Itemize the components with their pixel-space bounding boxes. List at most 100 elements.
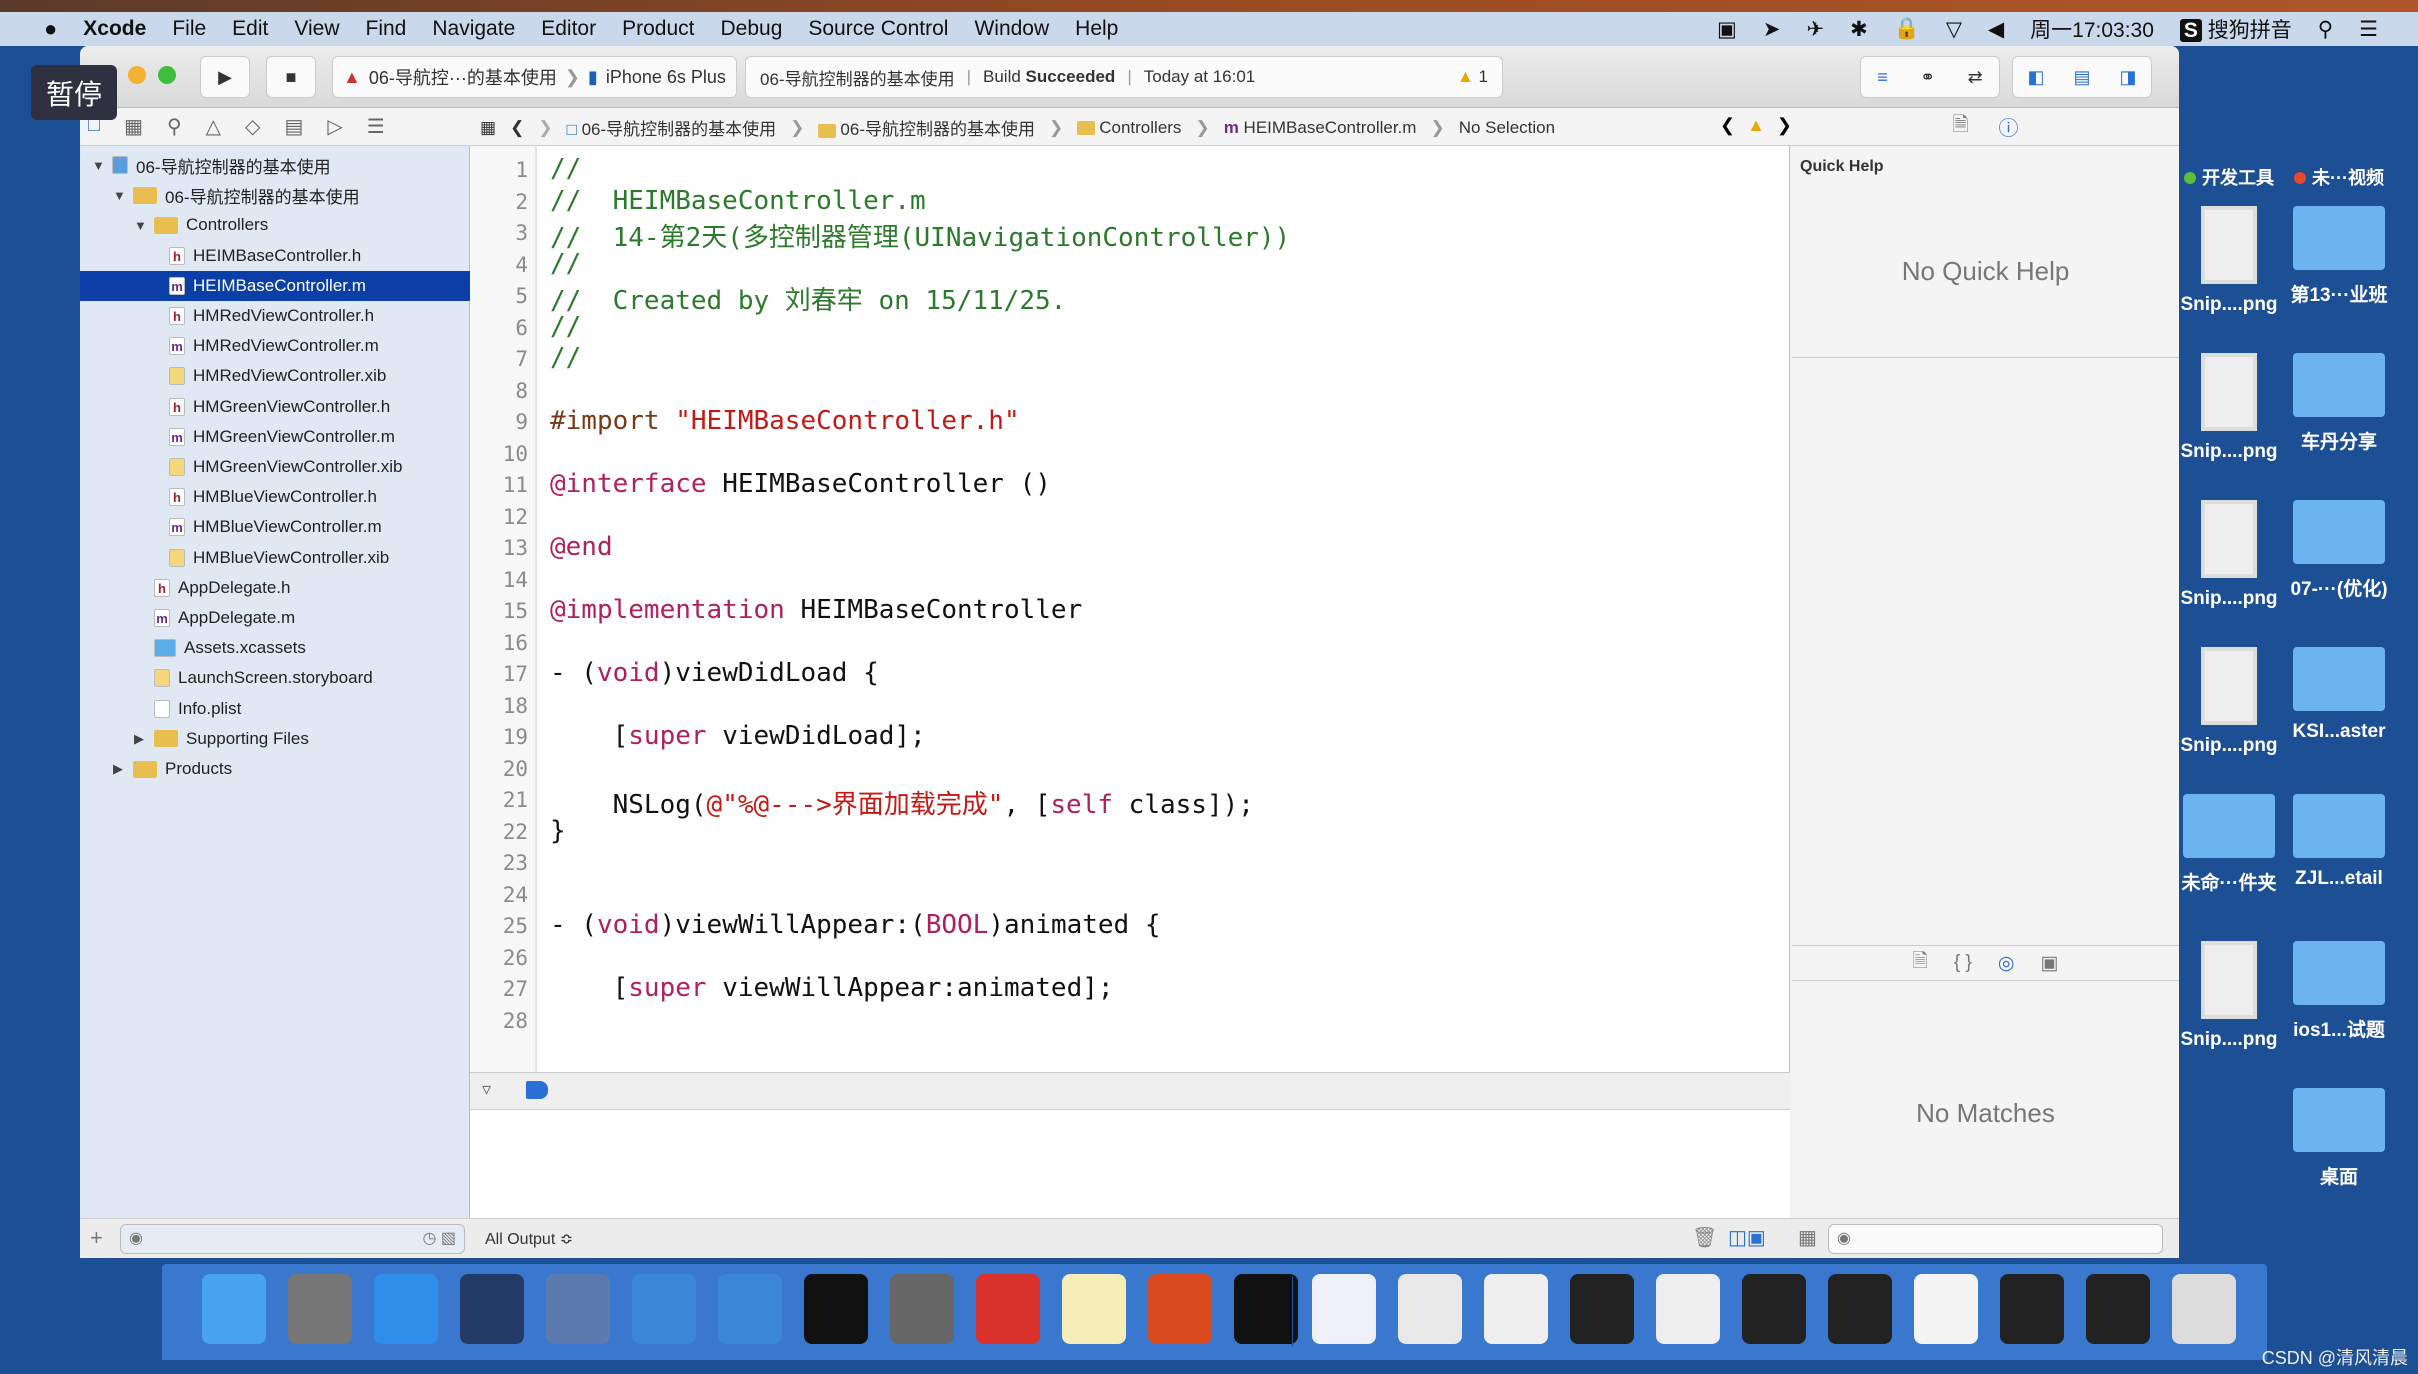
desktop-item[interactable]: ZJL...etail bbox=[2279, 794, 2399, 890]
quick-help-icon[interactable]: ⓘ bbox=[1999, 112, 2019, 141]
desktop-item[interactable]: 第13···业班 bbox=[2279, 206, 2399, 307]
stop-button[interactable]: ■ bbox=[266, 56, 316, 98]
location-icon[interactable]: ➤ bbox=[1763, 17, 1781, 42]
desktop-item[interactable]: 未···视频 bbox=[2279, 164, 2399, 190]
disclosure-open-icon[interactable]: ▼ bbox=[134, 218, 148, 233]
menu-window[interactable]: Window bbox=[974, 17, 1049, 41]
code-line[interactable]: // 14-第2天(多控制器管理(UINavigationController)… bbox=[550, 217, 1290, 254]
code-line[interactable]: [super viewWillAppear:animated]; bbox=[550, 973, 1114, 1003]
menu-product[interactable]: Product bbox=[622, 17, 694, 41]
screen-4-icon[interactable] bbox=[2000, 1274, 2064, 1344]
menu-debug[interactable]: Debug bbox=[720, 17, 782, 41]
desktop-item[interactable]: 开发工具 bbox=[2169, 164, 2289, 190]
doc-1-icon[interactable] bbox=[1312, 1274, 1376, 1344]
menu-edit[interactable]: Edit bbox=[232, 17, 268, 41]
code-line[interactable]: @interface HEIMBaseController () bbox=[550, 469, 1051, 499]
screen-record-icon[interactable]: ▣ bbox=[1717, 17, 1737, 42]
menu-view[interactable]: View bbox=[294, 17, 339, 41]
navigator-item[interactable]: h AppDelegate.h bbox=[80, 573, 470, 603]
trash-icon[interactable] bbox=[2172, 1274, 2236, 1344]
desktop-item[interactable]: Snip....png bbox=[2169, 206, 2289, 316]
jump-bar-file[interactable]: m HEIMBaseController.m bbox=[1224, 118, 1417, 138]
spotlight-icon[interactable]: ⚲ bbox=[2318, 17, 2333, 42]
navigator-item[interactable]: LaunchScreen.storyboard bbox=[80, 663, 470, 693]
code-line[interactable]: // Created by 刘春牢 on 15/11/25. bbox=[550, 280, 1066, 317]
device-name[interactable]: iPhone 6s Plus bbox=[606, 67, 726, 88]
clock[interactable]: 周一17:03:30 bbox=[2030, 14, 2154, 44]
jump-bar-group[interactable]: 06-导航控制器的基本使用 bbox=[818, 115, 1035, 140]
navigator-item[interactable]: m HEIMBaseController.m bbox=[80, 270, 470, 301]
navigator-filter-field[interactable]: ◉ ◷ ▧ bbox=[120, 1224, 465, 1254]
scheme-selector[interactable]: ▲ 06-导航控···的基本使用 ❯ ▮ iPhone 6s Plus bbox=[332, 56, 737, 98]
breakpoint-navigator-icon[interactable]: ▷ bbox=[327, 114, 342, 139]
back-button[interactable]: ❮ bbox=[510, 118, 524, 138]
navigator-item[interactable]: HMBlueViewController.xib bbox=[80, 543, 470, 573]
menu-find[interactable]: Find bbox=[366, 17, 407, 41]
screen-2-icon[interactable] bbox=[1742, 1274, 1806, 1344]
code-line[interactable]: - (void)viewWillAppear:(BOOL)animated { bbox=[550, 910, 1161, 940]
library-grid-icon[interactable]: ▦ bbox=[1798, 1225, 1817, 1250]
screen-3-icon[interactable] bbox=[1828, 1274, 1892, 1344]
desktop-item[interactable]: Snip....png bbox=[2169, 941, 2289, 1051]
desktop-item[interactable]: Snip....png bbox=[2169, 353, 2289, 463]
test-navigator-icon[interactable]: ◇ bbox=[245, 114, 260, 139]
disclosure-open-icon[interactable]: ▼ bbox=[92, 158, 106, 173]
breakpoints-toggle-icon[interactable] bbox=[526, 1081, 548, 1099]
xcode-icon[interactable] bbox=[632, 1274, 696, 1344]
navigator-item[interactable]: HMGreenViewController.xib bbox=[80, 452, 470, 482]
navigator-item[interactable]: Assets.xcassets bbox=[80, 633, 470, 663]
toggle-debug-icon[interactable]: ▤ bbox=[2073, 67, 2090, 88]
navigator-item[interactable]: h HMGreenViewController.h bbox=[80, 392, 470, 422]
toggle-navigator-icon[interactable]: ◧ bbox=[2027, 67, 2044, 88]
jump-bar-selection[interactable]: No Selection bbox=[1459, 118, 1555, 138]
desktop-item[interactable]: ios1...试题 bbox=[2279, 941, 2399, 1042]
desktop-item[interactable]: 车丹分享 bbox=[2279, 353, 2399, 454]
minimize-button[interactable] bbox=[128, 66, 146, 84]
object-library-icon[interactable]: ◎ bbox=[1998, 952, 2015, 975]
menu-editor[interactable]: Editor bbox=[541, 17, 596, 41]
library-filter-field[interactable]: ◉ bbox=[1828, 1224, 2163, 1254]
file-template-library-icon[interactable]: 🗎 bbox=[1913, 947, 1928, 979]
code-line[interactable]: } bbox=[550, 816, 566, 846]
navigator-item[interactable]: ▼ 06-导航控制器的基本使用 bbox=[80, 180, 470, 210]
assistant-editor-icon[interactable]: ⚭ bbox=[1920, 67, 1935, 88]
add-file-button[interactable]: + bbox=[90, 1225, 103, 1251]
warning-badge[interactable]: ▲ 1 bbox=[1457, 67, 1488, 87]
code-line[interactable]: // bbox=[550, 249, 581, 279]
code-snippet-library-icon[interactable]: { } bbox=[1954, 952, 1972, 974]
code-line[interactable]: @end bbox=[550, 532, 613, 562]
navigator-item[interactable]: h HMBlueViewController.h bbox=[80, 482, 470, 512]
code-line[interactable]: NSLog(@"%@--->界面加载完成", [self class]); bbox=[550, 784, 1254, 821]
navigator-item[interactable]: m HMBlueViewController.m bbox=[80, 512, 470, 542]
menu-xcode[interactable]: Xcode bbox=[83, 17, 146, 41]
photo-booth-icon[interactable] bbox=[546, 1274, 610, 1344]
disclosure-closed-icon[interactable]: ▶ bbox=[113, 761, 127, 777]
apple-icon[interactable]: ● bbox=[44, 16, 57, 42]
find-navigator-icon[interactable]: ⚲ bbox=[167, 114, 182, 139]
media-library-icon[interactable]: ▣ bbox=[2040, 952, 2058, 975]
mouse-app-icon[interactable] bbox=[460, 1274, 524, 1344]
screen-5-icon[interactable] bbox=[2086, 1274, 2150, 1344]
navigator-item[interactable]: Info.plist bbox=[80, 694, 470, 724]
previous-issue-button[interactable]: ❮ bbox=[1720, 115, 1735, 136]
scheme-name[interactable]: 06-导航控···的基本使用 bbox=[369, 64, 557, 90]
zoom-button[interactable] bbox=[158, 66, 176, 84]
file-inspector-icon[interactable]: 🗎 bbox=[1952, 110, 1968, 144]
trash-icon[interactable]: 🗑 bbox=[1692, 1225, 1717, 1250]
version-editor-icon[interactable]: ⇄ bbox=[1968, 67, 1983, 88]
navigator-item[interactable]: ▼ 06-导航控制器的基本使用 bbox=[80, 150, 470, 180]
menu-source-control[interactable]: Source Control bbox=[808, 17, 948, 41]
system-preferences-icon[interactable] bbox=[890, 1274, 954, 1344]
desktop-item[interactable]: Snip....png bbox=[2169, 500, 2289, 610]
standard-editor-icon[interactable]: ≡ bbox=[1877, 67, 1888, 88]
desktop-item[interactable]: Snip....png bbox=[2169, 647, 2289, 757]
wifi-icon[interactable]: ▽ bbox=[1946, 17, 1962, 42]
recent-files-icon[interactable]: ◷ ▧ bbox=[422, 1228, 456, 1248]
code-line[interactable]: [super viewDidLoad]; bbox=[550, 721, 926, 751]
report-navigator-icon[interactable]: ☰ bbox=[367, 114, 385, 139]
navigator-item[interactable]: m HMRedViewController.m bbox=[80, 331, 470, 361]
toggle-utilities-icon[interactable]: ◨ bbox=[2119, 67, 2136, 88]
menu-navigate[interactable]: Navigate bbox=[432, 17, 515, 41]
forward-button[interactable]: ❯ bbox=[538, 118, 552, 138]
jump-bar-project[interactable]: □ 06-导航控制器的基本使用 bbox=[567, 115, 777, 140]
